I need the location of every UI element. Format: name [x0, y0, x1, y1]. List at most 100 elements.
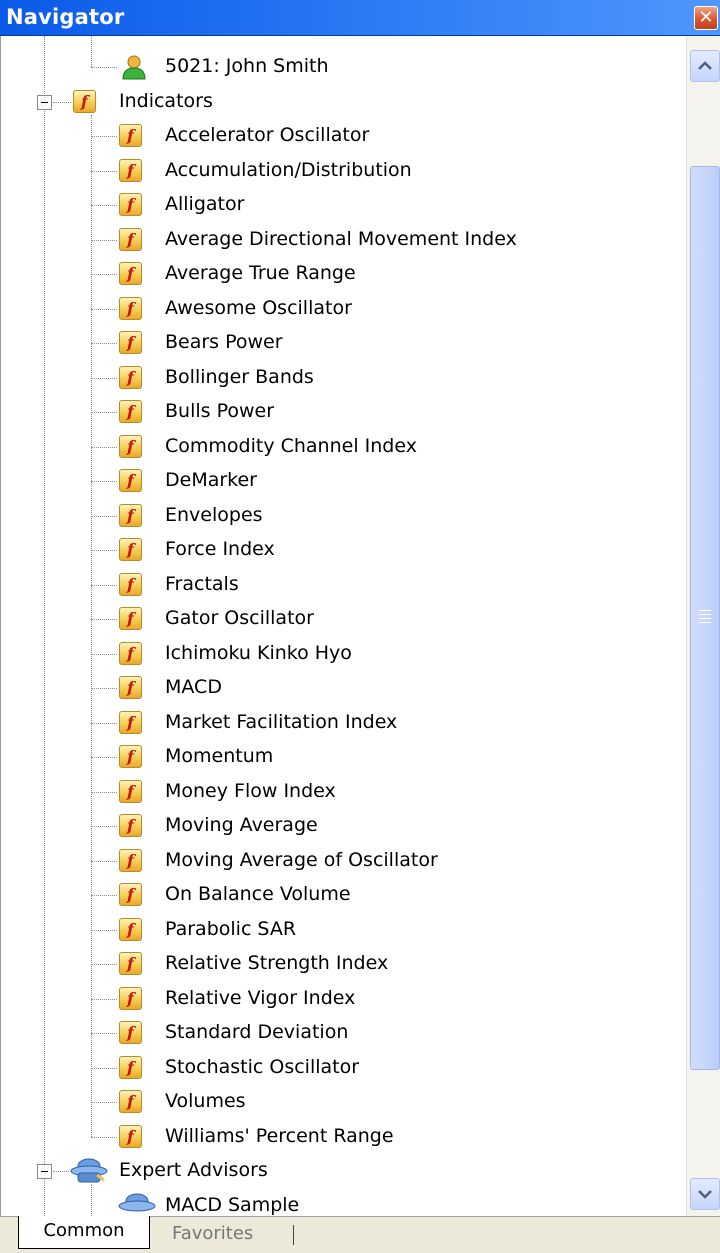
function-icon: f [119, 331, 142, 354]
tab-common[interactable]: Common [18, 1216, 150, 1249]
tree-item-indicator[interactable]: f Envelopes [1, 499, 686, 533]
tree-item-indicator[interactable]: f Bollinger Bands [1, 361, 686, 395]
tree-item-indicator[interactable]: f Force Index [1, 533, 686, 567]
close-icon: ✕ [698, 7, 714, 28]
tree-item-indicator[interactable]: f DeMarker [1, 464, 686, 498]
tree-connector [91, 115, 92, 1137]
tree-item-label: Bollinger Bands [165, 366, 314, 388]
tree-item-indicator[interactable]: f Commodity Channel Index [1, 430, 686, 464]
function-icon: f [119, 676, 142, 699]
tree-item-label: Average Directional Movement Index [165, 228, 517, 250]
tree-connector [91, 240, 117, 241]
function-icon: f [119, 124, 142, 147]
function-icon: f [119, 1125, 142, 1148]
tree-item-indicator[interactable]: f MACD [1, 671, 686, 705]
tree-connector [91, 136, 117, 137]
navigator-tree[interactable]: 5021: John Smith f Indicators f Accelerator … [0, 36, 686, 1216]
tree-item-label: Ichimoku Kinko Hyo [165, 642, 352, 664]
tree-item-indicator[interactable]: f Accelerator Oscillator [1, 119, 686, 153]
tab-separator [293, 1225, 294, 1245]
tree-item-indicator[interactable]: f Awesome Oscillator [1, 292, 686, 326]
tree-item-label: Moving Average of Oscillator [165, 849, 438, 871]
tree-connector [91, 895, 117, 896]
function-icon: f [73, 90, 96, 113]
tree-item-expert-advisor[interactable]: MACD Sample [1, 1189, 686, 1216]
tree-connector [53, 102, 71, 103]
function-icon: f [119, 435, 142, 458]
tree-item-label: Fractals [165, 573, 239, 595]
function-icon: f [119, 711, 142, 734]
tree-item-indicator[interactable]: f Parabolic SAR [1, 913, 686, 947]
tree-folder-expert-advisors[interactable]: Expert Advisors [1, 1154, 686, 1188]
tree-item-indicator[interactable]: f Momentum [1, 740, 686, 774]
scroll-down-button[interactable] [690, 1178, 720, 1210]
tree-folder-label: Indicators [119, 90, 213, 112]
function-icon: f [119, 366, 142, 389]
collapse-toggle[interactable] [37, 95, 52, 110]
tree-item-indicator[interactable]: f Bulls Power [1, 395, 686, 429]
tree-connector [91, 1033, 117, 1034]
tree-item-label: Envelopes [165, 504, 263, 526]
tree-connector [91, 447, 117, 448]
scroll-up-button[interactable] [690, 50, 720, 82]
tree-connector [91, 757, 117, 758]
tree-connector [91, 654, 117, 655]
tree-item-label: Relative Strength Index [165, 952, 389, 974]
close-button[interactable]: ✕ [694, 6, 718, 30]
function-icon: f [119, 573, 142, 596]
function-icon: f [119, 262, 142, 285]
tree-item-label: Commodity Channel Index [165, 435, 417, 457]
tree-connector [91, 688, 117, 689]
tree-item-label: MACD Sample [165, 1194, 300, 1216]
tree-item-indicator[interactable]: f Stochastic Oscillator [1, 1051, 686, 1085]
tree-item-indicator[interactable]: f Bears Power [1, 326, 686, 360]
tree-connector [91, 1137, 117, 1138]
vertical-scrollbar[interactable] [686, 36, 720, 1216]
tree-item-indicator[interactable]: f Williams' Percent Range [1, 1120, 686, 1154]
tree-item-account[interactable]: 5021: John Smith [1, 50, 686, 84]
tree-connector [91, 999, 117, 1000]
tab-favorites[interactable]: Favorites [172, 1220, 253, 1248]
tree-connector [91, 205, 117, 206]
tree-item-indicator[interactable]: f On Balance Volume [1, 878, 686, 912]
expert-advisor-icon [118, 1193, 156, 1212]
tree-connector [91, 67, 117, 68]
tree-item-indicator[interactable]: f Average True Range [1, 257, 686, 291]
tree-item-indicator[interactable]: f Accumulation/Distribution [1, 154, 686, 188]
tree-item-indicator[interactable]: f Average Directional Movement Index [1, 223, 686, 257]
scroll-thumb[interactable] [690, 166, 720, 1070]
function-icon: f [119, 193, 142, 216]
tree-item-indicator[interactable]: f Standard Deviation [1, 1016, 686, 1050]
tree-item-indicator[interactable]: f Market Facilitation Index [1, 706, 686, 740]
tree-connector [91, 171, 117, 172]
tree-item-label: Money Flow Index [165, 780, 336, 802]
tree-folder-label: Expert Advisors [119, 1159, 268, 1181]
tree-item-label: Williams' Percent Range [165, 1125, 394, 1147]
tree-item-indicator[interactable]: f Ichimoku Kinko Hyo [1, 637, 686, 671]
tree-item-label: Average True Range [165, 262, 356, 284]
tree-item-label: Stochastic Oscillator [165, 1056, 360, 1078]
function-icon: f [119, 159, 142, 182]
tree-item-indicator[interactable]: f Moving Average of Oscillator [1, 844, 686, 878]
tree-connector [91, 378, 117, 379]
function-icon: f [119, 538, 142, 561]
tree-item-indicator[interactable]: f Relative Strength Index [1, 947, 686, 981]
tree-item-indicator[interactable]: f Gator Oscillator [1, 602, 686, 636]
window-title: Navigator [6, 5, 125, 29]
scroll-grip [699, 622, 711, 623]
tree-connector [91, 585, 117, 586]
function-icon: f [119, 642, 142, 665]
tree-item-indicator[interactable]: f Alligator [1, 188, 686, 222]
tree-connector [91, 309, 117, 310]
function-icon: f [119, 607, 142, 630]
tree-connector [53, 1171, 69, 1172]
tree-item-indicator[interactable]: f Relative Vigor Index [1, 982, 686, 1016]
collapse-toggle[interactable] [37, 1164, 52, 1179]
tree-item-indicator[interactable]: f Fractals [1, 568, 686, 602]
tree-item-label: MACD [165, 676, 222, 698]
tree-item-indicator[interactable]: f Moving Average [1, 809, 686, 843]
tree-item-indicator[interactable]: f Money Flow Index [1, 775, 686, 809]
tree-folder-indicators[interactable]: f Indicators [1, 85, 686, 119]
tree-item-indicator[interactable]: f Volumes [1, 1085, 686, 1119]
tree-item-label: Market Facilitation Index [165, 711, 398, 733]
